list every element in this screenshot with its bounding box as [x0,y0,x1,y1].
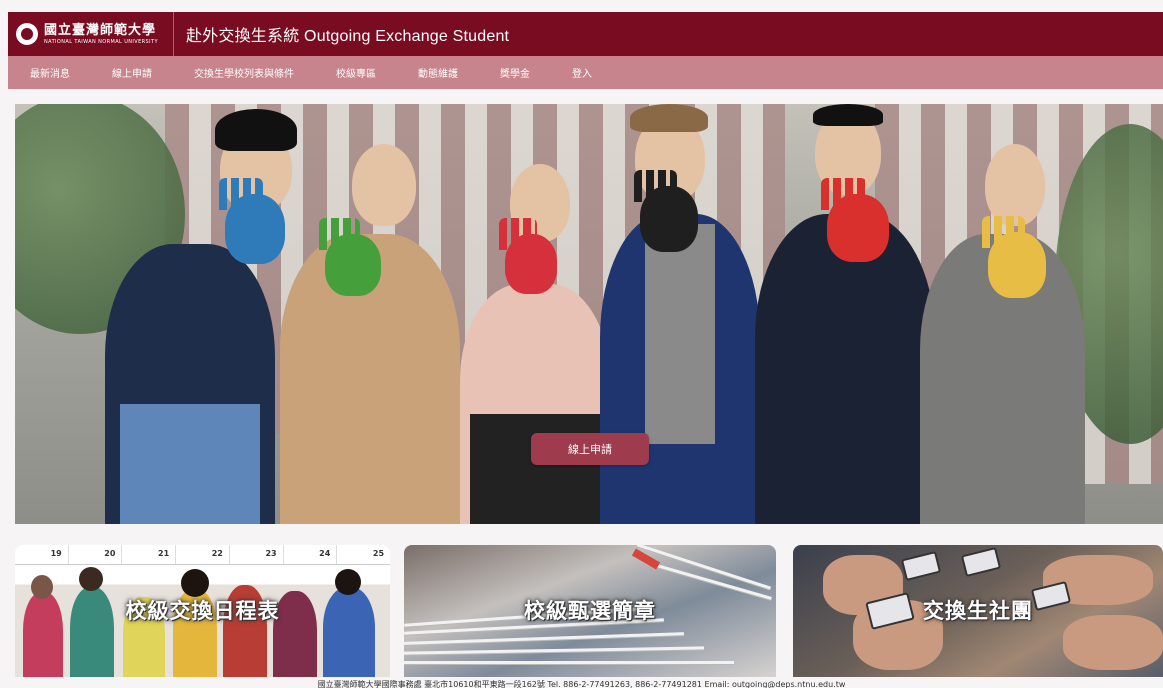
nav-item-school-list[interactable]: 交換生學校列表與條件 [194,65,294,80]
student-figure-head [335,569,361,595]
site-header: 國立臺灣師範大學 NATIONAL TAIWAN NORMAL UNIVERSI… [8,12,1163,56]
painted-hand-black [640,186,698,252]
student-figure-head [79,567,103,591]
card-title: 校級交換日程表 [125,599,280,623]
student-hair [813,104,883,126]
calendar-day: 24 [284,545,338,564]
painted-hand-green [325,234,381,296]
logo-name-cn: 國立臺灣師範大學 [44,22,157,38]
nav-item-university-section[interactable]: 校級專區 [336,65,376,80]
site-title: 赴外交換生系統 Outgoing Exchange Student [186,28,510,45]
nav-item-online-apply[interactable]: 線上申請 [112,65,152,80]
calendar-day: 22 [176,545,230,564]
painted-hand-red [505,234,557,294]
nav-item-login[interactable]: 登入 [572,65,592,80]
student-head [352,144,416,226]
paper-stack [404,632,684,645]
university-seal-icon [16,23,38,45]
calendar-day: 21 [122,545,177,564]
student-jeans [120,404,260,524]
painted-hand-blue [225,194,285,264]
card-exchange-schedule[interactable]: 19 20 21 22 23 24 25 校級交換日程表 [15,545,390,677]
calendar-day: 20 [69,545,123,564]
calendar-day: 19 [15,545,69,564]
nav-item-news[interactable]: 最新消息 [30,65,70,80]
card-title: 校級甄選簡章 [524,599,656,623]
card-exchange-community[interactable]: 交換生社團 [793,545,1163,677]
student-head [985,144,1045,226]
student-tshirt [645,224,715,444]
card-title: 交換生社團 [923,599,1033,623]
paper-stack [404,646,705,655]
main-nav: 最新消息 線上申請 交換生學校列表與條件 校級專區 動態維護 獎學金 登入 [8,56,1163,89]
card-selection-brochure[interactable]: 校級甄選簡章 [404,545,776,677]
student-5 [755,104,935,524]
student-skirt [470,414,600,524]
calendar-day: 23 [230,545,284,564]
smartphone-icon [960,546,1002,578]
calendar-day: 25 [372,549,385,558]
paper-stack [404,661,734,664]
smartphone-icon [900,550,942,582]
student-1 [50,104,297,524]
student-6 [920,104,1085,524]
nav-item-scholarship[interactable]: 獎學金 [500,65,530,80]
logo-text: 國立臺灣師範大學 NATIONAL TAIWAN NORMAL UNIVERSI… [44,24,158,45]
student-2 [280,104,460,524]
nav-item-dynamic-maintenance[interactable]: 動態維護 [418,65,458,80]
calendar-header: 19 20 21 22 23 24 25 [15,545,390,565]
hero-banner: 線上申請 [15,104,1163,524]
logo-name-en: NATIONAL TAIWAN NORMAL UNIVERSITY [44,38,158,45]
footer-contact: 國立臺灣師範大學國際事務處 臺北市10610和平東路一段162號 Tel. 88… [317,680,846,688]
painted-hand-red-2 [827,194,889,262]
painted-hand-yellow [988,232,1046,298]
online-apply-button[interactable]: 線上申請 [531,433,649,465]
university-logo[interactable]: 國立臺灣師範大學 NATIONAL TAIWAN NORMAL UNIVERSI… [8,12,174,56]
student-hair [630,104,708,132]
student-figure-head [181,569,209,597]
